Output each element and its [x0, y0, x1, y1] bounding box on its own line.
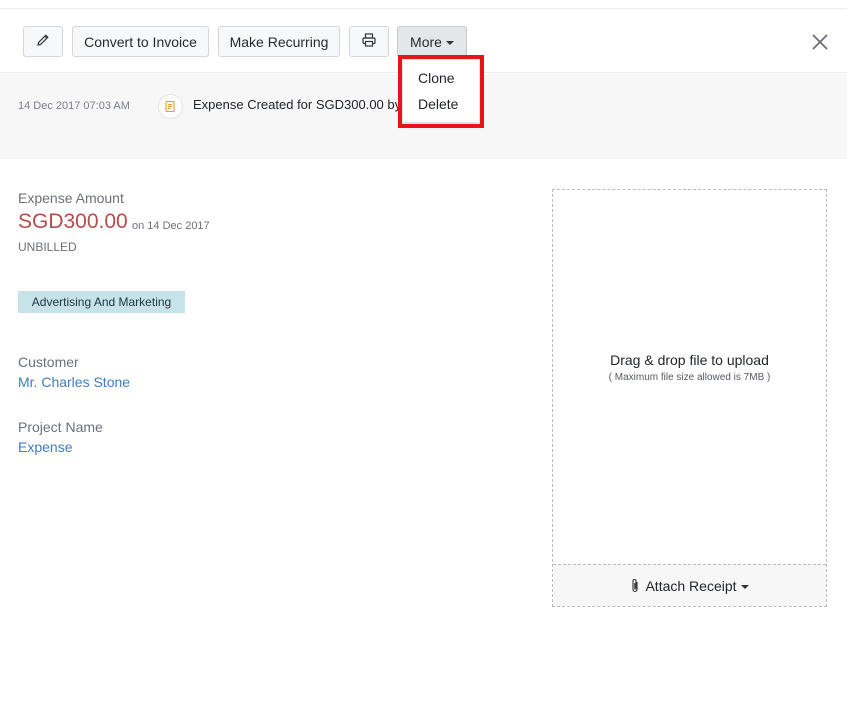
close-icon[interactable] — [809, 31, 831, 53]
dropzone-title: Drag & drop file to upload — [610, 352, 769, 368]
make-recurring-button[interactable]: Make Recurring — [218, 26, 340, 57]
caret-down-icon — [740, 584, 749, 589]
paperclip-icon — [630, 578, 640, 594]
customer-label: Customer — [18, 354, 79, 370]
expense-amount-label: Expense Amount — [18, 190, 124, 206]
menu-item-clone[interactable]: Clone — [418, 70, 455, 86]
project-link[interactable]: Expense — [18, 439, 72, 455]
printer-icon — [361, 32, 377, 51]
expense-amount: SGD300.00 — [18, 210, 128, 233]
menu-item-delete[interactable]: Delete — [418, 96, 458, 112]
history-timestamp: 14 Dec 2017 07:03 AM — [18, 100, 130, 112]
pencil-icon — [35, 32, 51, 51]
status-badge: UNBILLED — [18, 240, 77, 254]
more-dropdown-menu: Clone Delete — [402, 59, 480, 123]
receipt-dropzone[interactable]: Drag & drop file to upload ( Maximum fil… — [552, 189, 827, 607]
caret-down-icon — [445, 40, 454, 45]
edit-button[interactable] — [23, 26, 63, 57]
more-label: More — [410, 33, 442, 50]
customer-link[interactable]: Mr. Charles Stone — [18, 374, 130, 390]
category-tag: Advertising And Marketing — [18, 291, 185, 313]
note-icon — [158, 94, 183, 119]
print-button[interactable] — [349, 26, 389, 57]
project-name-label: Project Name — [18, 419, 103, 435]
attach-receipt-label: Attach Receipt — [645, 577, 737, 594]
convert-to-invoice-button[interactable]: Convert to Invoice — [72, 26, 209, 57]
expense-date: on 14 Dec 2017 — [132, 220, 210, 232]
history-message: Expense Created for SGD300.00 by — [193, 97, 402, 112]
more-button[interactable]: More — [397, 26, 467, 57]
attach-receipt-button[interactable]: Attach Receipt — [553, 564, 826, 606]
top-strip — [0, 0, 847, 9]
dropzone-subtitle: ( Maximum file size allowed is 7MB ) — [608, 372, 771, 383]
